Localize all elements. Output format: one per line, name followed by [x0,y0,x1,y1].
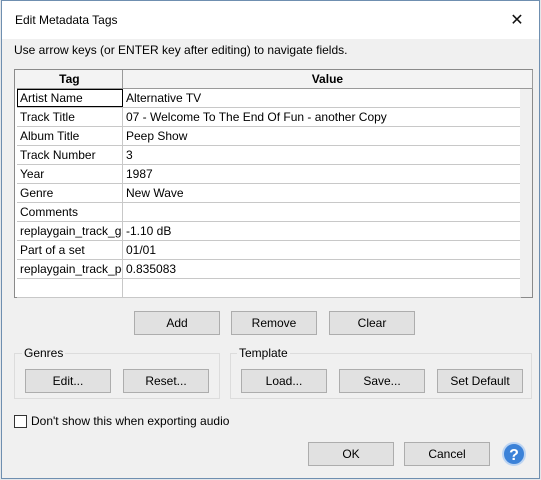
value-cell[interactable]: 01/01 [123,241,521,259]
tag-cell[interactable]: replaygain_track_gain [17,222,123,240]
table-row[interactable]: Part of a set 01/01 [17,241,521,260]
cancel-button[interactable]: Cancel [404,442,490,466]
set-default-button[interactable]: Set Default [437,369,523,393]
metadata-grid: Tag Value Artist Name Alternative TV Trac… [14,69,533,298]
instructions-text: Use arrow keys (or ENTER key after editi… [14,43,348,57]
value-cell[interactable]: -1.10 dB [123,222,521,240]
value-cell[interactable]: New Wave [123,184,521,202]
tag-cell[interactable]: Album Title [17,127,123,145]
value-cell[interactable]: Peep Show [123,127,521,145]
clear-button[interactable]: Clear [329,311,415,335]
tag-cell[interactable]: Artist Name [17,89,123,107]
dont-show-checkbox[interactable] [14,415,27,428]
table-row[interactable]: Album Title Peep Show [17,127,521,146]
template-load-button[interactable]: Load... [241,369,327,393]
table-row[interactable]: Track Title 07 - Welcome To The End Of Fu… [17,108,521,127]
close-icon[interactable]: ✕ [495,1,539,39]
tag-cell[interactable]: Comments [17,203,123,221]
value-cell[interactable]: 3 [123,146,521,164]
table-row[interactable]: replaygain_track_gain-1.10 dB [17,222,521,241]
column-header-tag[interactable]: Tag [17,70,123,89]
grid-rows: Artist Name Alternative TV Track Title 07 … [17,89,521,298]
tag-cell[interactable]: Year [17,165,123,183]
ok-button[interactable]: OK [308,442,394,466]
table-row[interactable]: Year 1987 [17,165,521,184]
genres-reset-button[interactable]: Reset... [123,369,209,393]
genres-label: Genres [22,346,66,360]
dialog-title: Edit Metadata Tags [15,13,118,27]
genres-edit-button[interactable]: Edit... [25,369,111,393]
value-cell[interactable] [123,279,521,297]
help-icon[interactable]: ? [502,442,526,466]
table-row[interactable] [17,279,521,298]
value-cell[interactable]: 0.835083 [123,260,521,278]
column-header-value[interactable]: Value [122,70,533,89]
dont-show-label[interactable]: Don't show this when exporting audio [31,414,229,428]
table-row[interactable]: Genre New Wave [17,184,521,203]
edit-metadata-dialog: Edit Metadata Tags ✕ Use arrow keys (or … [1,0,540,479]
table-row[interactable]: Comments [17,203,521,222]
table-row[interactable]: replaygain_track_peak0.835083 [17,260,521,279]
value-cell[interactable]: 07 - Welcome To The End Of Fun - another… [123,108,521,126]
value-cell[interactable] [123,203,521,221]
tag-cell[interactable]: Track Title [17,108,123,126]
remove-button[interactable]: Remove [231,311,317,335]
tag-cell[interactable]: Genre [17,184,123,202]
title-bar: Edit Metadata Tags ✕ [2,1,539,39]
value-cell[interactable]: Alternative TV [123,89,521,107]
tag-cell[interactable]: Part of a set [17,241,123,259]
table-row[interactable]: Track Number 3 [17,146,521,165]
value-cell[interactable]: 1987 [123,165,521,183]
table-row[interactable]: Artist Name Alternative TV [17,89,521,108]
tag-cell[interactable] [17,279,123,297]
grid-scroll-area [520,89,532,297]
tag-cell[interactable]: Track Number [17,146,123,164]
add-button[interactable]: Add [134,311,220,335]
grid-header: Tag Value [15,70,533,89]
template-save-button[interactable]: Save... [339,369,425,393]
tag-cell[interactable]: replaygain_track_peak [17,260,123,278]
template-label: Template [237,346,290,360]
